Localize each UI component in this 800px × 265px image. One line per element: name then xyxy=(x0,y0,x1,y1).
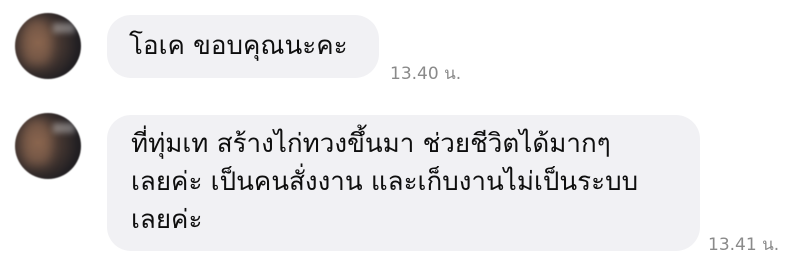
avatar[interactable] xyxy=(15,113,81,179)
message-timestamp: 13.40 น. xyxy=(390,64,462,84)
message-text: โอเค ขอบคุณนะคะ xyxy=(129,31,348,61)
message-bubble[interactable]: ที่ทุ่มเท สร้างไก่ทวงขึ้นมา ช่วยชีวิตได้… xyxy=(107,115,700,251)
message-text: ที่ทุ่มเท สร้างไก่ทวงขึ้นมา ช่วยชีวิตได้… xyxy=(131,129,611,159)
avatar[interactable] xyxy=(15,13,81,79)
message-text: เลยค่ะ xyxy=(131,205,203,235)
message-bubble[interactable]: โอเค ขอบคุณนะคะ xyxy=(107,15,379,78)
message-timestamp: 13.41 น. xyxy=(708,235,780,255)
message-text: เลยค่ะ เป็นคนสั่งงาน และเก็บงานไม่เป็นระ… xyxy=(131,167,639,197)
